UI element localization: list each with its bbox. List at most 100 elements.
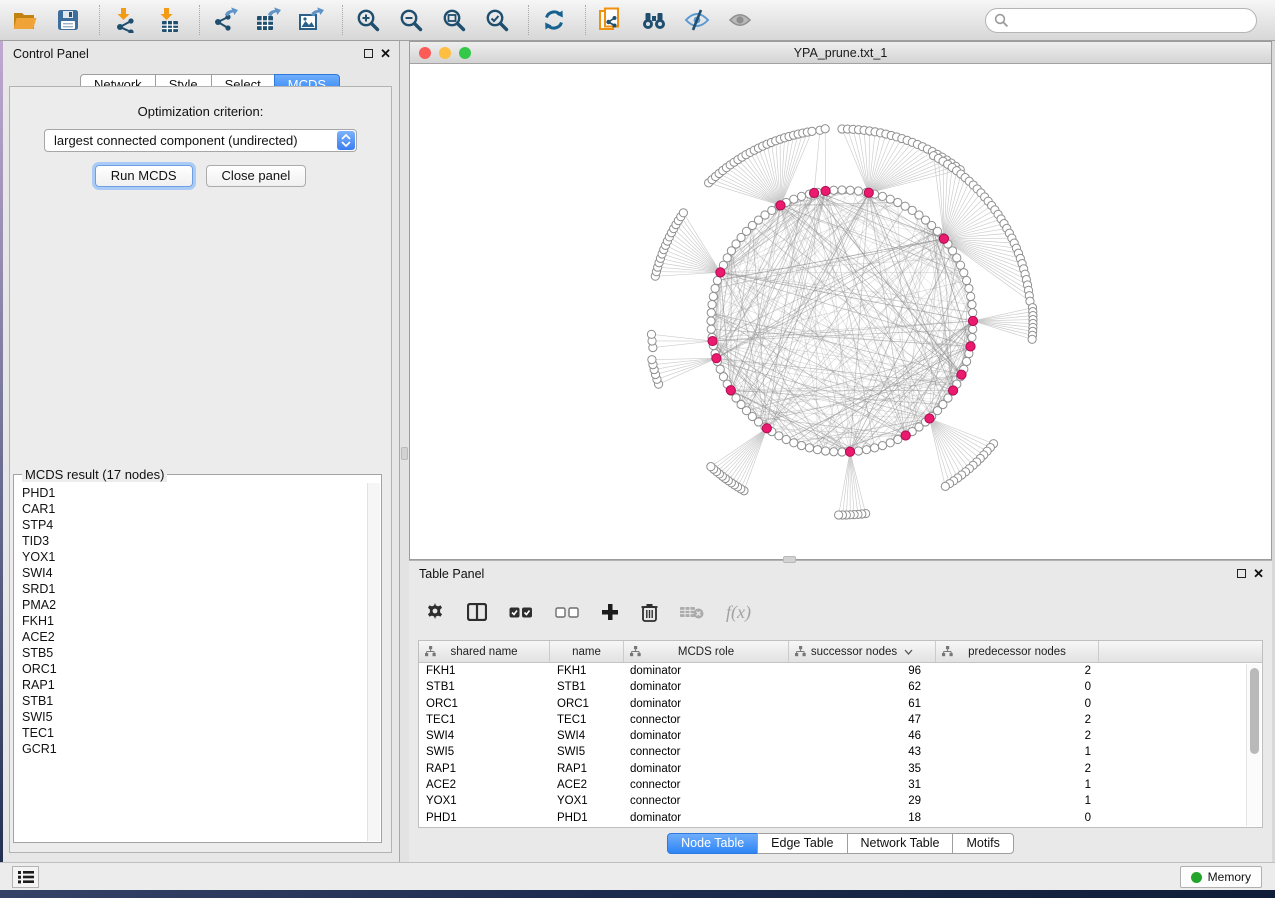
network-document-share-icon[interactable] (596, 6, 626, 34)
cell[interactable]: PHD1 (419, 810, 550, 826)
network-canvas[interactable] (410, 64, 1271, 559)
cell[interactable]: 35 (789, 761, 936, 777)
memory-button[interactable]: Memory (1180, 866, 1262, 888)
mcds-result-item[interactable]: SRD1 (22, 581, 367, 597)
eye-slash-hide-icon[interactable] (682, 6, 712, 34)
open-session-icon[interactable] (10, 6, 40, 34)
zoom-out-icon[interactable] (396, 6, 426, 34)
select-all-checkboxes-icon[interactable] (509, 607, 533, 618)
delete-trash-icon[interactable] (641, 603, 658, 622)
cell[interactable]: connector (624, 744, 789, 760)
mcds-result-item[interactable]: FKH1 (22, 613, 367, 629)
table-scrollbar[interactable] (1246, 664, 1261, 826)
import-table-icon[interactable] (153, 6, 183, 34)
cell[interactable]: ACE2 (419, 777, 550, 793)
close-traffic-light[interactable] (419, 47, 431, 59)
column-header-shared-name[interactable]: shared name (419, 641, 550, 662)
cell[interactable]: 2 (936, 663, 1099, 679)
cell[interactable]: 2 (936, 712, 1099, 728)
cell[interactable]: SWI4 (419, 728, 550, 744)
cell[interactable]: connector (624, 777, 789, 793)
run-mcds-button[interactable]: Run MCDS (95, 165, 193, 187)
table-row-TEC1[interactable]: TEC1TEC1connector472 (419, 712, 1262, 728)
mcds-result-item[interactable]: PMA2 (22, 597, 367, 613)
cell[interactable]: YOX1 (419, 793, 550, 809)
cell[interactable]: PHD1 (550, 810, 624, 826)
criterion-dropdown[interactable]: largest connected component (undirected) (44, 129, 357, 152)
cell[interactable]: connector (624, 793, 789, 809)
cell[interactable]: dominator (624, 696, 789, 712)
export-table-icon[interactable] (253, 6, 283, 34)
maximize-traffic-light[interactable] (459, 47, 471, 59)
table-tab-motifs[interactable]: Motifs (952, 833, 1013, 854)
cell[interactable]: dominator (624, 663, 789, 679)
cell[interactable]: 2 (936, 728, 1099, 744)
cell[interactable]: 18 (789, 810, 936, 826)
cell[interactable]: dominator (624, 810, 789, 826)
cell[interactable]: 1 (936, 777, 1099, 793)
horizontal-splitter-grip[interactable] (783, 556, 796, 563)
result-list-scrollbar[interactable] (367, 483, 380, 841)
search-input[interactable] (985, 8, 1257, 33)
deselect-all-checkboxes-icon[interactable] (555, 607, 579, 618)
table-tab-network-table[interactable]: Network Table (847, 833, 954, 854)
cell[interactable]: SWI5 (419, 744, 550, 760)
cell[interactable]: YOX1 (550, 793, 624, 809)
save-session-icon[interactable] (53, 6, 83, 34)
cell[interactable]: dominator (624, 761, 789, 777)
zoom-selected-icon[interactable] (482, 6, 512, 34)
table-scrollbar-thumb[interactable] (1250, 668, 1259, 754)
table-row-ACE2[interactable]: ACE2ACE2connector311 (419, 777, 1262, 793)
mcds-result-item[interactable]: ORC1 (22, 661, 367, 677)
cell[interactable]: 31 (789, 777, 936, 793)
cell[interactable]: 46 (789, 728, 936, 744)
column-header-name[interactable]: name (550, 641, 624, 662)
column-header-MCDS-role[interactable]: MCDS role (624, 641, 789, 662)
cell[interactable]: dominator (624, 728, 789, 744)
mcds-result-item[interactable]: STB5 (22, 645, 367, 661)
table-row-PHD1[interactable]: PHD1PHD1dominator180 (419, 810, 1262, 826)
cell[interactable]: 1 (936, 744, 1099, 760)
network-window-titlebar[interactable]: YPA_prune.txt_1 (410, 42, 1271, 64)
cell[interactable]: SWI5 (550, 744, 624, 760)
cell[interactable]: FKH1 (419, 663, 550, 679)
minimize-traffic-light[interactable] (439, 47, 451, 59)
mcds-result-item[interactable]: PHD1 (22, 485, 367, 501)
cell[interactable]: 29 (789, 793, 936, 809)
float-panel-icon[interactable] (1237, 569, 1246, 578)
mcds-result-item[interactable]: SWI5 (22, 709, 367, 725)
cell[interactable]: 62 (789, 679, 936, 695)
settings-gear-icon[interactable] (425, 602, 445, 622)
cell[interactable]: STB1 (419, 679, 550, 695)
mcds-result-item[interactable]: TEC1 (22, 725, 367, 741)
cell[interactable]: 96 (789, 663, 936, 679)
cell[interactable]: STB1 (550, 679, 624, 695)
cell[interactable]: ORC1 (419, 696, 550, 712)
mcds-result-item[interactable]: TID3 (22, 533, 367, 549)
cell[interactable]: 2 (936, 761, 1099, 777)
zoom-in-icon[interactable] (353, 6, 383, 34)
export-image-icon[interactable] (296, 6, 326, 34)
cell[interactable]: TEC1 (550, 712, 624, 728)
cell[interactable]: RAP1 (419, 761, 550, 777)
mcds-result-item[interactable]: ACE2 (22, 629, 367, 645)
column-header-predecessor-nodes[interactable]: predecessor nodes (936, 641, 1099, 662)
close-panel-icon[interactable]: ✕ (380, 48, 391, 59)
add-row-plus-icon[interactable] (601, 603, 619, 621)
table-row-ORC1[interactable]: ORC1ORC1dominator610 (419, 696, 1262, 712)
mcds-result-item[interactable]: RAP1 (22, 677, 367, 693)
cell[interactable]: 0 (936, 810, 1099, 826)
mcds-result-item[interactable]: GCR1 (22, 741, 367, 757)
close-panel-button[interactable]: Close panel (206, 165, 307, 187)
table-row-STB1[interactable]: STB1STB1dominator620 (419, 679, 1262, 695)
task-monitor-button[interactable] (12, 866, 39, 888)
refresh-layout-icon[interactable] (539, 6, 569, 34)
cell[interactable]: RAP1 (550, 761, 624, 777)
show-columns-icon[interactable] (467, 603, 487, 621)
cell[interactable]: ACE2 (550, 777, 624, 793)
cell[interactable]: 61 (789, 696, 936, 712)
cell[interactable]: ORC1 (550, 696, 624, 712)
mcds-result-item[interactable]: STP4 (22, 517, 367, 533)
cell[interactable]: SWI4 (550, 728, 624, 744)
vertical-splitter[interactable] (400, 41, 409, 862)
